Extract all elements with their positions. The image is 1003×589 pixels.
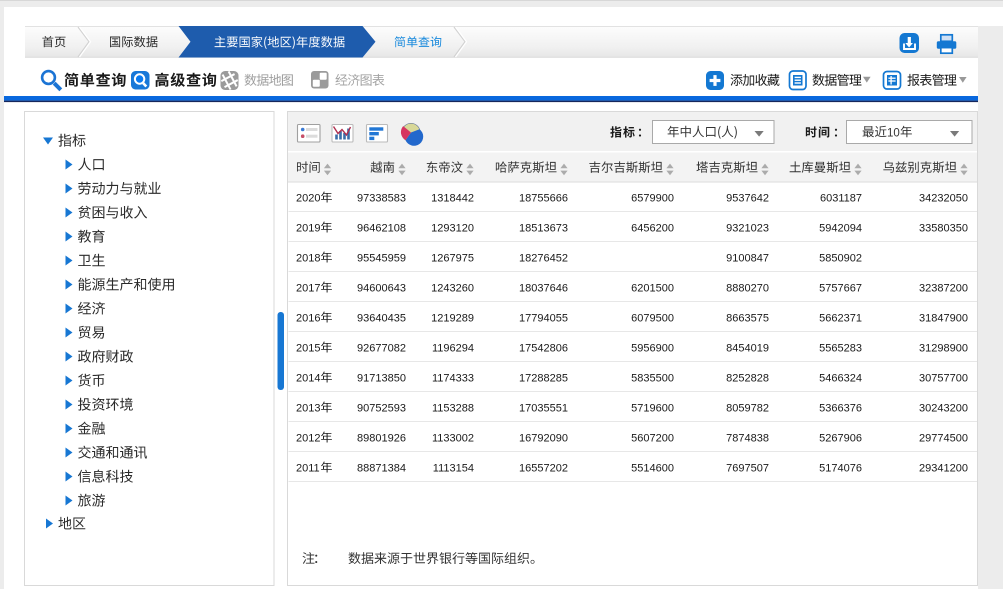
svg-text:29341200: 29341200 [919, 463, 968, 475]
svg-text:2012: 2012 [296, 433, 320, 445]
svg-text:1267975: 1267975 [431, 253, 474, 265]
svg-text:5662371: 5662371 [819, 313, 862, 325]
svg-text:5956900: 5956900 [631, 343, 674, 355]
svg-text:9100847: 9100847 [726, 253, 769, 265]
svg-text:2019: 2019 [296, 223, 320, 235]
svg-text:18755666: 18755666 [519, 193, 568, 205]
svg-text:6031187: 6031187 [820, 193, 862, 205]
svg-text:1133002: 1133002 [432, 433, 474, 445]
svg-text:17288285: 17288285 [519, 373, 568, 385]
svg-text:5850902: 5850902 [819, 253, 862, 265]
svg-text:8454019: 8454019 [726, 343, 769, 355]
svg-text:30243200: 30243200 [919, 403, 968, 415]
svg-text:1243260: 1243260 [431, 283, 474, 295]
svg-text:5719600: 5719600 [631, 403, 674, 415]
svg-text:2017: 2017 [296, 283, 320, 295]
svg-text:10: 10 [887, 127, 900, 139]
svg-text:8663575: 8663575 [726, 313, 769, 325]
svg-text:6456200: 6456200 [631, 223, 674, 235]
svg-text:5174076: 5174076 [819, 463, 862, 475]
svg-text:97338583: 97338583 [357, 193, 406, 205]
svg-text:5835500: 5835500 [631, 373, 674, 385]
svg-text:5942094: 5942094 [819, 223, 862, 235]
svg-text:2018: 2018 [296, 253, 320, 265]
svg-text:1196294: 1196294 [432, 343, 474, 355]
svg-text:95545959: 95545959 [357, 253, 406, 265]
svg-text:5366376: 5366376 [819, 403, 862, 415]
svg-text:6579900: 6579900 [631, 193, 674, 205]
svg-text:1153288: 1153288 [432, 403, 474, 415]
svg-text:2013: 2013 [296, 403, 320, 415]
svg-text:5466324: 5466324 [819, 373, 862, 385]
svg-text:89801926: 89801926 [357, 433, 406, 445]
svg-text:8880270: 8880270 [726, 283, 769, 295]
svg-text:9537642: 9537642 [726, 193, 769, 205]
svg-text:17542806: 17542806 [519, 343, 568, 355]
svg-text:2014: 2014 [296, 373, 320, 385]
svg-text:6079500: 6079500 [631, 313, 674, 325]
svg-text:7697507: 7697507 [726, 463, 769, 475]
svg-text:2015: 2015 [296, 343, 320, 355]
svg-text:5607200: 5607200 [631, 433, 674, 445]
svg-text:5565283: 5565283 [819, 343, 862, 355]
svg-text:30757700: 30757700 [919, 373, 968, 385]
svg-text:8059782: 8059782 [726, 403, 769, 415]
svg-text:32387200: 32387200 [919, 283, 968, 295]
svg-text:5514600: 5514600 [631, 463, 674, 475]
svg-text:7874838: 7874838 [726, 433, 769, 445]
svg-text:34232050: 34232050 [919, 193, 968, 205]
svg-text:16557202: 16557202 [519, 463, 568, 475]
svg-text:5267906: 5267906 [819, 433, 862, 445]
svg-text:9321023: 9321023 [726, 223, 769, 235]
svg-text:18276452: 18276452 [519, 253, 568, 265]
svg-text:94600643: 94600643 [357, 283, 406, 295]
svg-text:2011: 2011 [296, 463, 320, 475]
svg-text:96462108: 96462108 [357, 223, 406, 235]
svg-text:1318442: 1318442 [431, 193, 474, 205]
svg-text:17794055: 17794055 [519, 313, 568, 325]
svg-text:1174333: 1174333 [432, 373, 474, 385]
svg-text:8252828: 8252828 [726, 373, 769, 385]
svg-text:93640435: 93640435 [357, 313, 406, 325]
svg-text:5757667: 5757667 [819, 283, 862, 295]
svg-text:2016: 2016 [296, 313, 320, 325]
svg-text:92677082: 92677082 [357, 343, 406, 355]
svg-text:90752593: 90752593 [357, 403, 406, 415]
svg-text:31298900: 31298900 [919, 343, 968, 355]
svg-text:1113154: 1113154 [433, 463, 474, 475]
svg-text:91713850: 91713850 [357, 373, 406, 385]
svg-text:1219289: 1219289 [431, 313, 474, 325]
svg-text:18037646: 18037646 [519, 283, 568, 295]
svg-text:6201500: 6201500 [631, 283, 674, 295]
svg-text:33580350: 33580350 [919, 223, 968, 235]
svg-text:1293120: 1293120 [431, 223, 474, 235]
svg-text:18513673: 18513673 [519, 223, 568, 235]
svg-text:29774500: 29774500 [919, 433, 968, 445]
svg-text:17035551: 17035551 [519, 403, 568, 415]
svg-text:31847900: 31847900 [919, 313, 968, 325]
svg-text:2020: 2020 [296, 193, 320, 205]
svg-text:16792090: 16792090 [519, 433, 568, 445]
svg-text:88871384: 88871384 [357, 463, 406, 475]
